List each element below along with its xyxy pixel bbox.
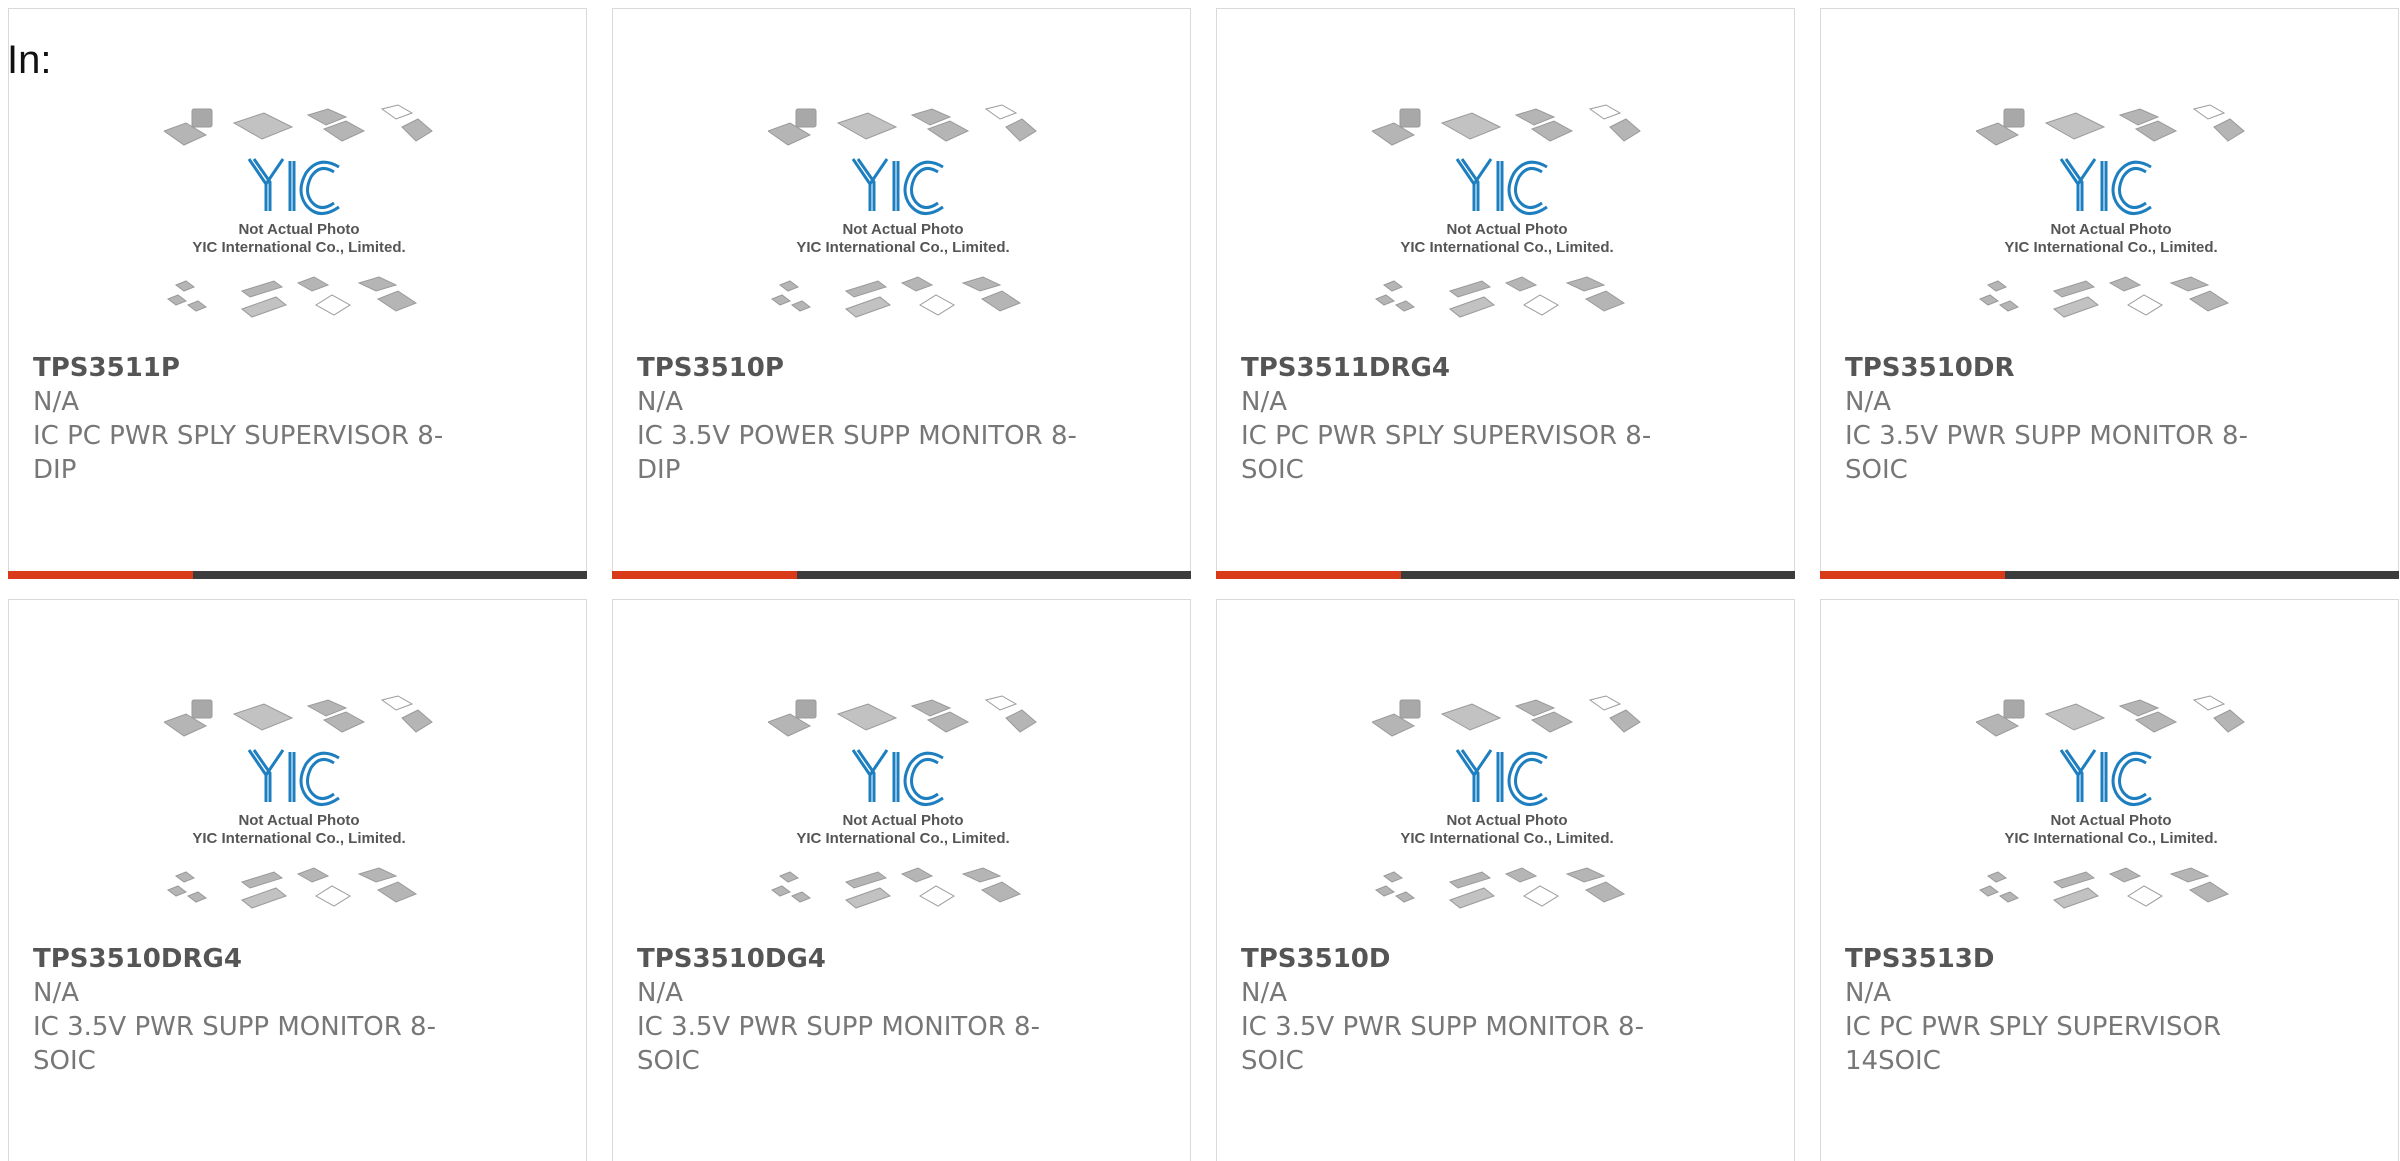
card-accent-bar [612, 571, 798, 579]
product-info: TPS3510DR N/A IC 3.5V PWR SUPP MONITOR 8… [1845, 351, 2285, 487]
yic-logo [2059, 158, 2152, 215]
description: IC 3.5V PWR SUPP MONITOR 8-SOIC [1845, 421, 2248, 485]
not-actual-photo-text: Not Actual Photo [238, 221, 359, 238]
card-accent-bar [1216, 571, 1402, 579]
product-card[interactable]: Not Actual Photo YIC International Co., … [1216, 599, 1795, 1161]
part-number[interactable]: TPS3511P [33, 351, 473, 385]
manufacturer: N/A [637, 978, 683, 1008]
description: IC 3.5V PWR SUPP MONITOR 8-SOIC [33, 1012, 436, 1076]
description: IC 3.5V PWR SUPP MONITOR 8-SOIC [637, 1012, 1040, 1076]
product-card[interactable]: Not Actual Photo YIC International Co., … [8, 599, 587, 1161]
manufacturer: N/A [1241, 978, 1287, 1008]
product-card[interactable]: Not Actual Photo YIC International Co., … [612, 8, 1191, 579]
product-info: TPS3510DRG4 N/A IC 3.5V PWR SUPP MONITOR… [33, 942, 473, 1078]
product-info: TPS3510P N/A IC 3.5V POWER SUPP MONITOR … [637, 351, 1077, 487]
filter-in-label: In: [7, 38, 52, 82]
part-number[interactable]: TPS3510P [637, 351, 1077, 385]
product-grid: Not Actual Photo YIC International Co., … [8, 8, 2399, 1161]
company-caption-text: YIC International Co., Limited. [796, 239, 1009, 256]
yic-logo [1455, 158, 1548, 215]
product-card[interactable]: Not Actual Photo YIC International Co., … [1216, 8, 1795, 579]
card-bottom-bar [1820, 571, 2399, 579]
placeholder-photo: Not Actual Photo YIC International Co., … [164, 695, 433, 909]
description: IC PC PWR SPLY SUPERVISOR 14SOIC [1845, 1012, 2222, 1076]
manufacturer: N/A [1845, 978, 1891, 1008]
card-bottom-bar [1216, 571, 1795, 579]
part-number[interactable]: TPS3513D [1845, 942, 2285, 976]
company-caption-text: YIC International Co., Limited. [796, 830, 1009, 847]
company-caption-text: YIC International Co., Limited. [2004, 830, 2217, 847]
placeholder-photo: Not Actual Photo YIC International Co., … [1976, 104, 2245, 318]
company-caption-text: YIC International Co., Limited. [192, 830, 405, 847]
not-actual-photo-text: Not Actual Photo [842, 812, 963, 829]
product-card[interactable]: Not Actual Photo YIC International Co., … [1820, 599, 2399, 1161]
card-accent-bar [1820, 571, 2006, 579]
part-number[interactable]: TPS3510DR [1845, 351, 2285, 385]
manufacturer: N/A [1241, 387, 1287, 417]
manufacturer: N/A [33, 387, 79, 417]
not-actual-photo-text: Not Actual Photo [1446, 812, 1567, 829]
card-bottom-bar [8, 571, 587, 579]
part-number[interactable]: TPS3510DRG4 [33, 942, 473, 976]
company-caption-text: YIC International Co., Limited. [192, 239, 405, 256]
placeholder-photo: Not Actual Photo YIC International Co., … [1372, 695, 1641, 909]
description: IC PC PWR SPLY SUPERVISOR 8-DIP [33, 421, 444, 485]
yic-logo [851, 158, 944, 215]
company-caption-text: YIC International Co., Limited. [1400, 830, 1613, 847]
placeholder-photo: Not Actual Photo YIC International Co., … [1976, 695, 2245, 909]
product-info: TPS3511DRG4 N/A IC PC PWR SPLY SUPERVISO… [1241, 351, 1681, 487]
card-bottom-bar [612, 571, 1191, 579]
not-actual-photo-text: Not Actual Photo [238, 812, 359, 829]
description: IC 3.5V POWER SUPP MONITOR 8-DIP [637, 421, 1077, 485]
manufacturer: N/A [1845, 387, 1891, 417]
placeholder-photo: Not Actual Photo YIC International Co., … [768, 695, 1037, 909]
not-actual-photo-text: Not Actual Photo [2050, 812, 2171, 829]
product-info: TPS3510D N/A IC 3.5V PWR SUPP MONITOR 8-… [1241, 942, 1681, 1078]
card-accent-bar [8, 571, 194, 579]
not-actual-photo-text: Not Actual Photo [1446, 221, 1567, 238]
product-info: TPS3510DG4 N/A IC 3.5V PWR SUPP MONITOR … [637, 942, 1077, 1078]
product-card[interactable]: Not Actual Photo YIC International Co., … [8, 8, 587, 579]
part-number[interactable]: TPS3510D [1241, 942, 1681, 976]
description: IC 3.5V PWR SUPP MONITOR 8-SOIC [1241, 1012, 1644, 1076]
yic-logo [2059, 749, 2152, 806]
product-card[interactable]: Not Actual Photo YIC International Co., … [1820, 8, 2399, 579]
not-actual-photo-text: Not Actual Photo [2050, 221, 2171, 238]
yic-logo [247, 749, 340, 806]
not-actual-photo-text: Not Actual Photo [842, 221, 963, 238]
manufacturer: N/A [637, 387, 683, 417]
company-caption-text: YIC International Co., Limited. [2004, 239, 2217, 256]
product-grid-page: In: Not Actual Photo YIC International C… [0, 0, 2400, 1161]
product-card[interactable]: Not Actual Photo YIC International Co., … [612, 599, 1191, 1161]
manufacturer: N/A [33, 978, 79, 1008]
description: IC PC PWR SPLY SUPERVISOR 8-SOIC [1241, 421, 1652, 485]
product-info: TPS3513D N/A IC PC PWR SPLY SUPERVISOR 1… [1845, 942, 2285, 1078]
part-number[interactable]: TPS3511DRG4 [1241, 351, 1681, 385]
yic-logo [1455, 749, 1548, 806]
yic-logo [851, 749, 944, 806]
placeholder-photo: Not Actual Photo YIC International Co., … [768, 104, 1037, 318]
part-number[interactable]: TPS3510DG4 [637, 942, 1077, 976]
placeholder-photo: Not Actual Photo YIC International Co., … [1372, 104, 1641, 318]
company-caption-text: YIC International Co., Limited. [1400, 239, 1613, 256]
product-info: TPS3511P N/A IC PC PWR SPLY SUPERVISOR 8… [33, 351, 473, 487]
placeholder-photo: Not Actual Photo YIC International Co., … [164, 104, 433, 318]
yic-logo [247, 158, 340, 215]
